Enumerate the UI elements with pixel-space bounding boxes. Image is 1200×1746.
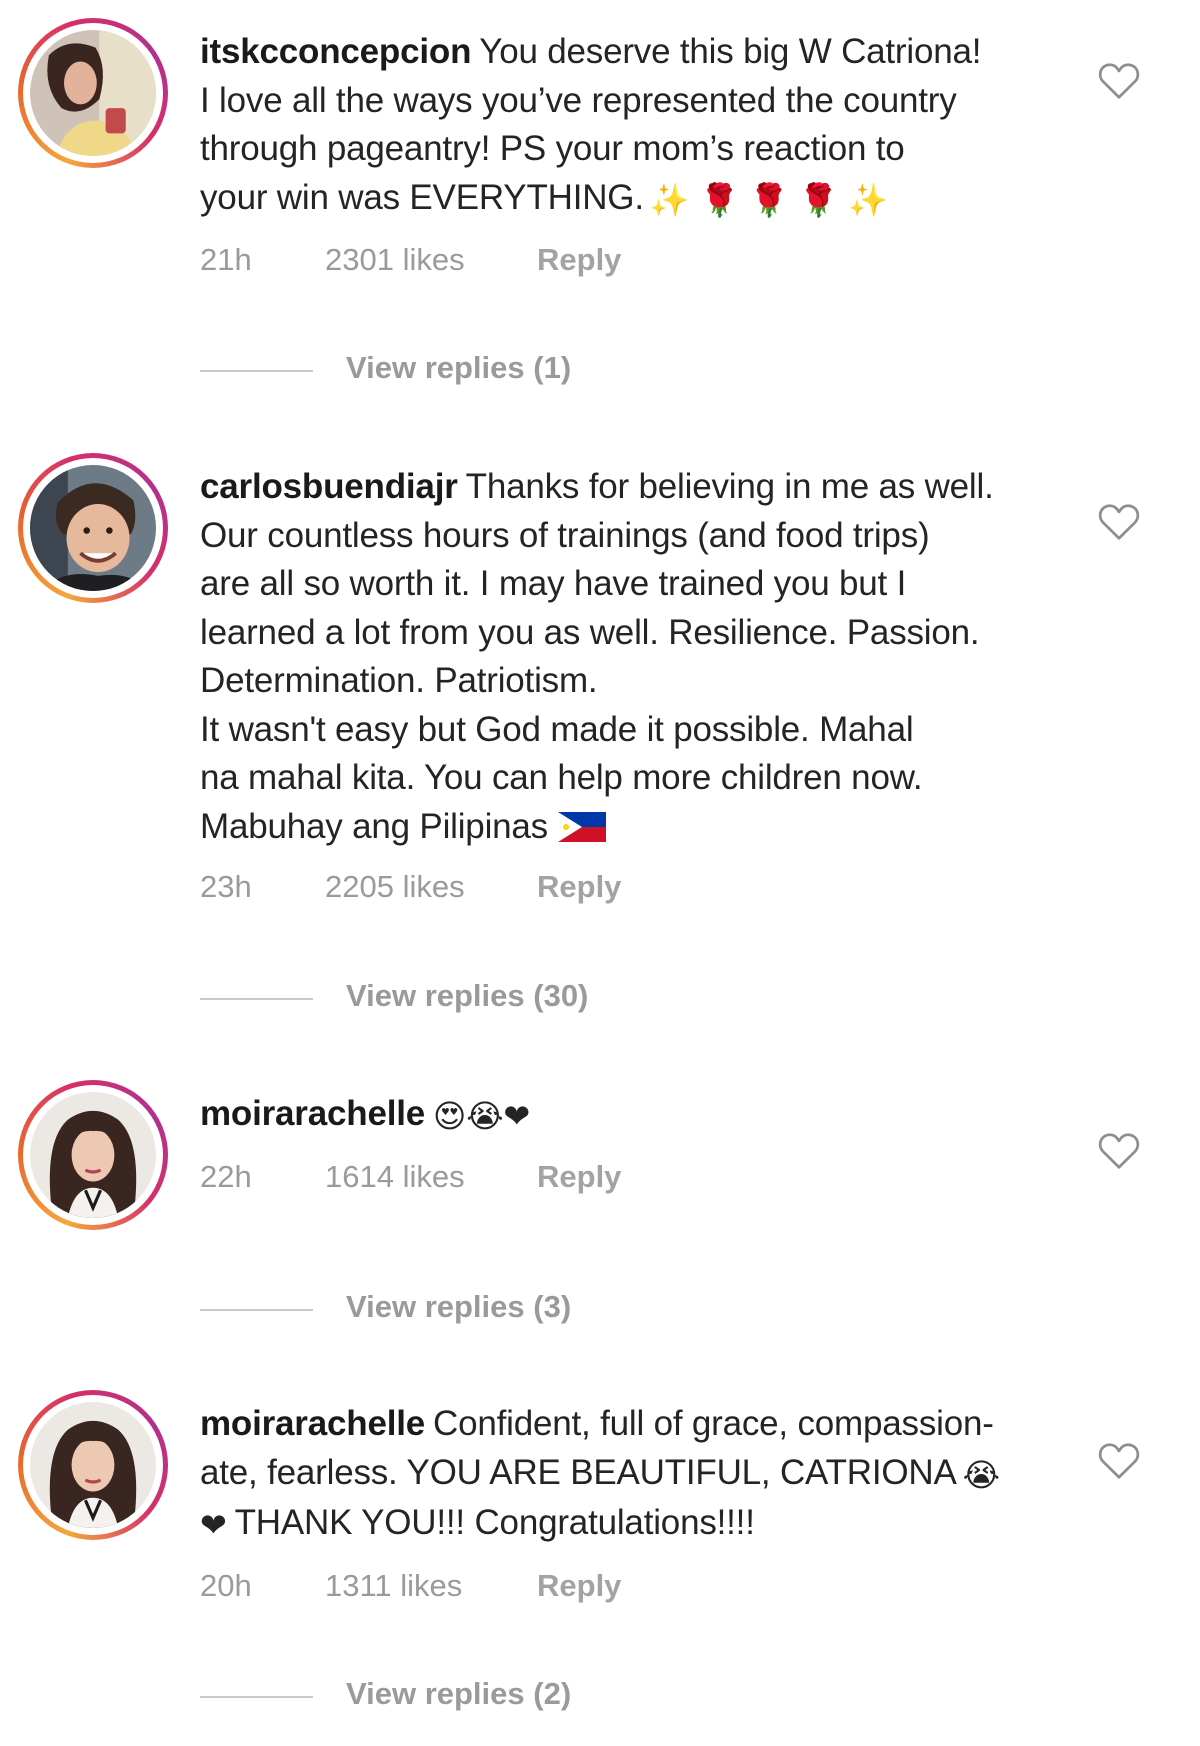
view-replies-label: View replies (30) bbox=[346, 978, 589, 1013]
comment-timestamp: 21h bbox=[200, 242, 252, 277]
heart-outline-icon[interactable] bbox=[1097, 60, 1141, 100]
likes-count[interactable]: 2301 likes bbox=[325, 242, 465, 278]
emoji-heart-eyes-crying-heart: 😍😭❤ bbox=[433, 1097, 530, 1135]
reply-button[interactable]: Reply bbox=[537, 242, 621, 278]
username-link[interactable]: itskcconcepcion bbox=[200, 32, 471, 71]
comment-body: moirarachelle Confident, full of grace, c… bbox=[200, 1400, 1050, 1608]
comment-timestamp: 20h bbox=[200, 1567, 252, 1603]
reply-button[interactable]: Reply bbox=[537, 1568, 621, 1604]
divider-line bbox=[200, 998, 313, 1000]
comment-meta: 21h 2301 likes Reply bbox=[200, 242, 1050, 282]
view-replies-label: View replies (3) bbox=[346, 1289, 572, 1324]
avatar-image bbox=[30, 465, 156, 591]
username-link[interactable]: moirarachelle bbox=[200, 1404, 425, 1443]
view-replies-button[interactable]: View replies (2) bbox=[200, 1676, 700, 1716]
username-link[interactable]: moirarachelle bbox=[200, 1094, 425, 1133]
likes-count[interactable]: 1614 likes bbox=[325, 1159, 465, 1195]
likes-count[interactable]: 1311 likes bbox=[325, 1568, 462, 1604]
avatar[interactable] bbox=[18, 18, 168, 168]
comment-content: Thanks for believing in me as well. Our … bbox=[200, 467, 994, 846]
comment-text: carlosbuendiajr Thanks for believing in m… bbox=[200, 463, 1050, 851]
emoji-red-heart: ❤ bbox=[200, 1506, 227, 1544]
likes-count[interactable]: 2205 likes bbox=[325, 869, 465, 905]
view-replies-button[interactable]: View replies (1) bbox=[200, 350, 700, 390]
avatar[interactable] bbox=[18, 1080, 168, 1230]
comment-timestamp: 22h bbox=[200, 1158, 252, 1194]
divider-line bbox=[200, 1696, 313, 1698]
philippines-flag-icon bbox=[557, 807, 606, 842]
avatar[interactable] bbox=[18, 453, 168, 603]
comment-text: itskcconcepcion You deserve this big W Ca… bbox=[200, 28, 1050, 224]
comment-body: itskcconcepcion You deserve this big W Ca… bbox=[200, 28, 1050, 282]
username-link[interactable]: carlosbuendiajr bbox=[200, 467, 458, 506]
view-replies-button[interactable]: View replies (30) bbox=[200, 978, 700, 1018]
view-replies-button[interactable]: View replies (3) bbox=[200, 1289, 700, 1329]
view-replies-label: View replies (1) bbox=[346, 350, 572, 385]
avatar-image bbox=[30, 30, 156, 156]
heart-outline-icon[interactable] bbox=[1097, 501, 1141, 541]
comment-meta: 22h 1614 likes Reply bbox=[200, 1159, 1050, 1199]
heart-outline-icon[interactable] bbox=[1097, 1440, 1141, 1480]
avatar-image bbox=[30, 1092, 156, 1218]
comment-body: moirarachelle 😍😭❤ 22h 1614 likes Reply bbox=[200, 1090, 1050, 1199]
comment-content-end: THANK YOU!!! Congratulations!!!! bbox=[234, 1503, 755, 1542]
divider-line bbox=[200, 370, 313, 372]
comment-meta: 23h 2205 likes Reply bbox=[200, 869, 1050, 909]
comment-meta: 20h 1311 likes Reply bbox=[200, 1568, 1050, 1608]
comment-timestamp: 23h bbox=[200, 869, 252, 904]
divider-line bbox=[200, 1309, 313, 1311]
emoji-sparkles-roses: ✨ 🌹 🌹 🌹 ✨ bbox=[649, 180, 888, 219]
reply-button[interactable]: Reply bbox=[537, 1159, 621, 1195]
reply-button[interactable]: Reply bbox=[537, 869, 621, 905]
comment-body: carlosbuendiajr Thanks for believing in m… bbox=[200, 463, 1050, 909]
avatar-image bbox=[30, 1402, 156, 1528]
emoji-crying: 😭 bbox=[962, 1455, 1000, 1494]
avatar[interactable] bbox=[18, 1390, 168, 1540]
view-replies-label: View replies (2) bbox=[346, 1676, 572, 1711]
comment-text: moirarachelle 😍😭❤ bbox=[200, 1090, 1050, 1141]
heart-outline-icon[interactable] bbox=[1097, 1130, 1141, 1170]
comment-text: moirarachelle Confident, full of grace, c… bbox=[200, 1400, 1050, 1550]
comments-page: itskcconcepcion You deserve this big W Ca… bbox=[0, 0, 1200, 1746]
